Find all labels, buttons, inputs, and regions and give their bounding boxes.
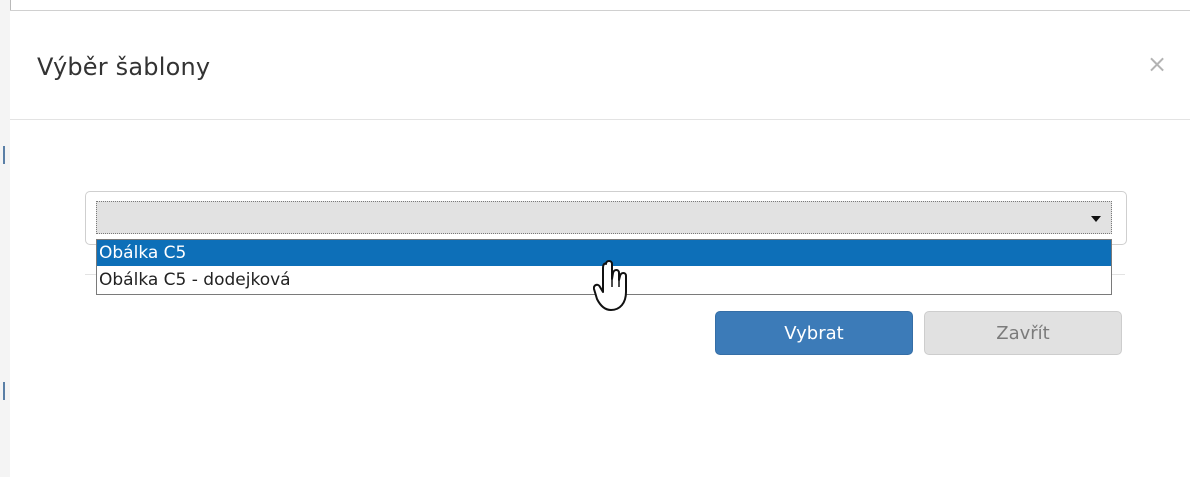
- caret-down-icon: [1091, 216, 1101, 222]
- close-icon[interactable]: ×: [1142, 49, 1172, 79]
- background-marker: [3, 382, 5, 400]
- select-button[interactable]: Vybrat: [715, 311, 913, 355]
- dialog-header: Výběr šablony ×: [10, 11, 1190, 120]
- template-dropdown-list: Obálka C5 Obálka C5 - dodejková: [96, 239, 1112, 295]
- background-marker: [3, 146, 5, 164]
- page: Výběr šablony × Obálka C5 Obálka C5 - do…: [0, 0, 1190, 477]
- dropdown-option-obalka-c5-dodejkova[interactable]: Obálka C5 - dodejková: [97, 267, 1111, 293]
- dropdown-option-obalka-c5[interactable]: Obálka C5: [97, 240, 1111, 266]
- template-selection-dialog: Výběr šablony × Obálka C5 Obálka C5 - do…: [10, 10, 1190, 477]
- dialog-title: Výběr šablony: [37, 53, 211, 81]
- close-button[interactable]: Zavřít: [924, 311, 1122, 355]
- template-select[interactable]: [96, 201, 1112, 234]
